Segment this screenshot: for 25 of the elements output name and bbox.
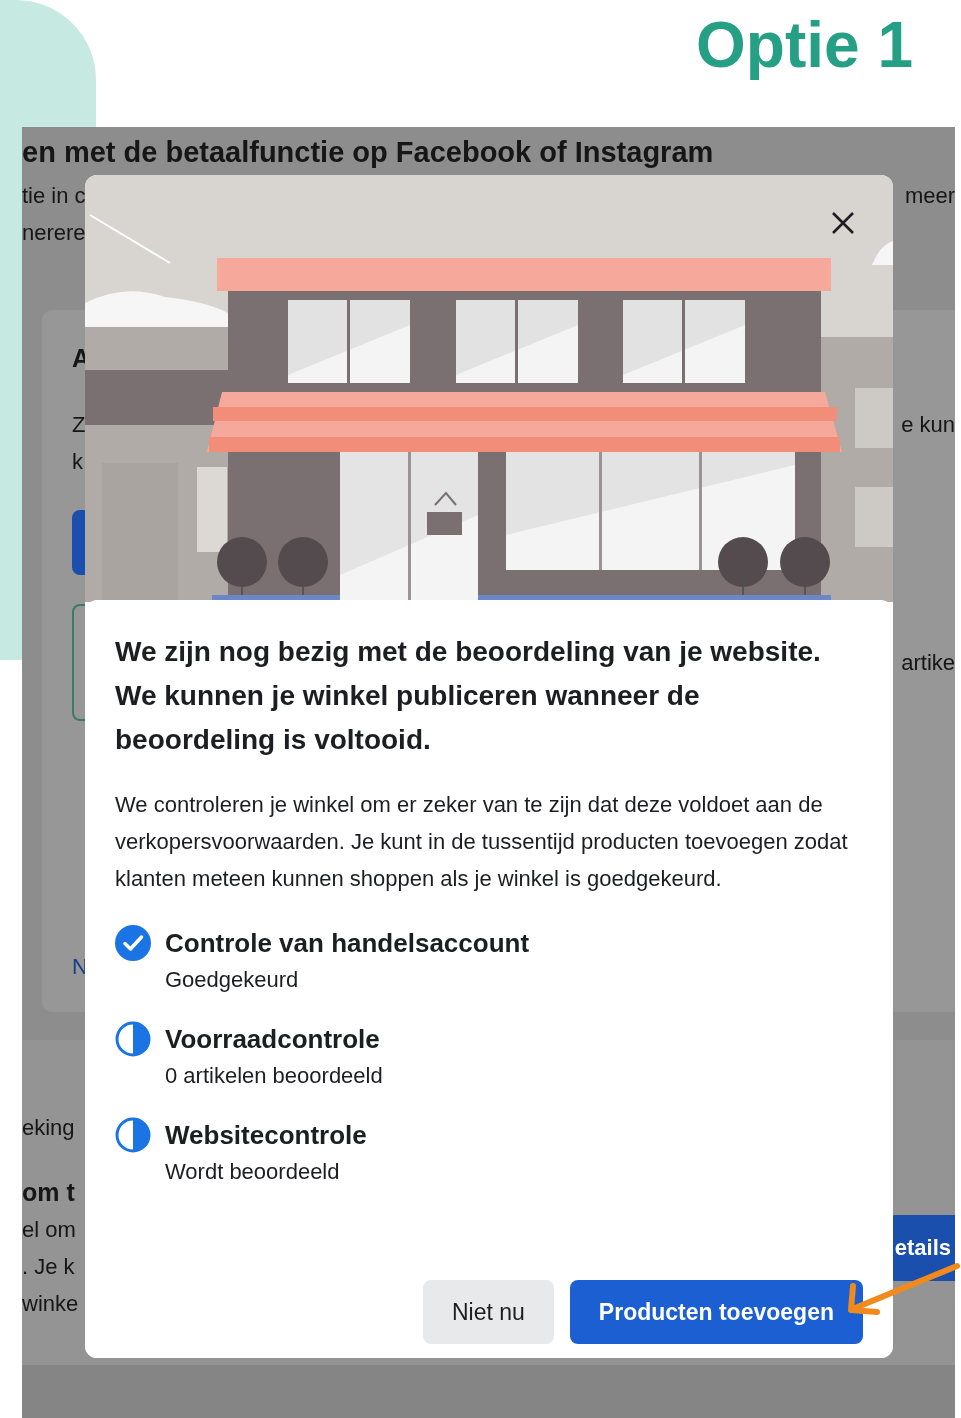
text-fragment: om t <box>22 1178 75 1207</box>
close-icon <box>831 211 855 235</box>
check-status: Wordt beoordeeld <box>165 1158 341 1186</box>
text-fragment: nerere <box>22 219 86 246</box>
text-fragment: el om <box>22 1216 76 1243</box>
dialog-description: We controleren je winkel om er zeker van te zijn dat deze voldoet aan de verkopersvoorwaarden. Je kunt in de tussentijd producten toevoegen zodat klanten meteen kunnen shoppen als je winkel is goedgekeurd. <box>115 791 849 893</box>
check-status: Goedgekeurd <box>165 966 300 994</box>
check-title: Controle van handelsaccount <box>165 927 530 959</box>
text-fragment: e kun <box>901 411 955 438</box>
page-title: en met de betaalfunctie op Facebook of Instagram <box>22 134 715 170</box>
text-fragment: eking <box>22 1114 75 1141</box>
text-fragment: . Je k <box>22 1253 75 1280</box>
check-status: 0 artikelen beoordeeld <box>165 1062 383 1090</box>
option-heading: Optie 1 <box>696 10 913 81</box>
text-fragment: meer <box>904 182 955 209</box>
add-products-button[interactable]: Producten toevoegen <box>569 1280 863 1344</box>
check-title: Websitecontrole <box>165 1119 367 1151</box>
not-now-button[interactable]: Niet nu <box>422 1280 554 1344</box>
dialog-title: We zijn nog bezig met de beoordeling van je website. We kunnen je winkel publiceren wanneer de beoordeling is voltooid. <box>115 635 822 757</box>
text-fragment: winke <box>22 1290 79 1317</box>
text-fragment: Z <box>72 411 86 438</box>
text-fragment: k <box>72 448 83 475</box>
text-fragment: artike <box>901 649 955 676</box>
text-fragment: tie in c <box>22 182 86 209</box>
check-title: Voorraadcontrole <box>165 1023 381 1055</box>
